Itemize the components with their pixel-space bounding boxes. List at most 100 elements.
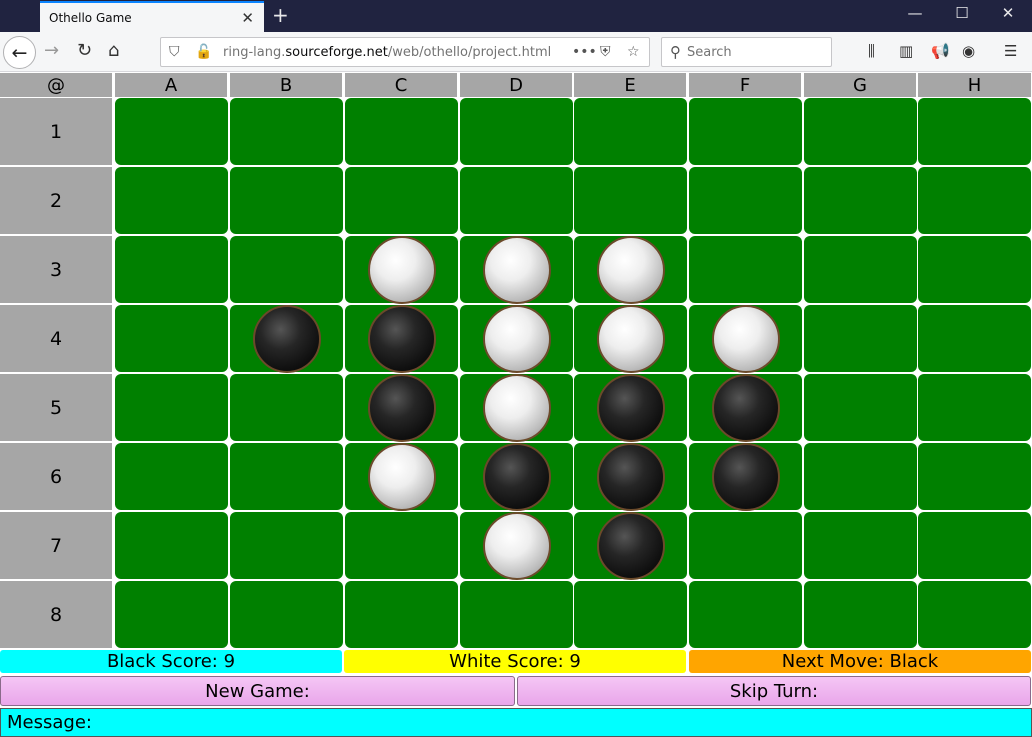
board-cell-f1[interactable]	[689, 98, 802, 165]
board-cell-e4[interactable]	[574, 304, 687, 373]
board-cell-g8[interactable]	[804, 581, 917, 648]
white-disc	[482, 373, 551, 442]
home-icon[interactable]: ⌂	[108, 40, 119, 61]
board-cell-f5[interactable]	[689, 373, 802, 442]
board-cell-h3[interactable]	[918, 236, 1031, 303]
board-cell-b4[interactable]	[230, 304, 343, 373]
board-cell-d5[interactable]	[460, 373, 573, 442]
board-cell-f6[interactable]	[689, 442, 802, 511]
board-cell-b7[interactable]	[230, 512, 343, 579]
board-cell-e7[interactable]	[574, 511, 687, 580]
sidebar-icon[interactable]: ▥	[899, 42, 913, 60]
white-disc	[482, 304, 551, 373]
row-header-8: 8	[0, 581, 112, 648]
shield-icon[interactable]: ⛉	[169, 44, 180, 60]
minimize-icon[interactable]: —	[900, 4, 930, 22]
skip-turn-button[interactable]: Skip Turn:	[517, 676, 1031, 706]
url-bar[interactable]: ⛉ 🔓 ring-lang.sourceforge.net/web/othell…	[160, 37, 650, 67]
board-cell-d4[interactable]	[460, 304, 573, 373]
board-cell-c2[interactable]	[345, 167, 458, 234]
board-cell-a2[interactable]	[115, 167, 228, 234]
megaphone-icon[interactable]: 📢	[931, 42, 950, 60]
board-cell-g4[interactable]	[804, 305, 917, 372]
board-cell-c3[interactable]	[345, 235, 458, 304]
board-cell-a4[interactable]	[115, 305, 228, 372]
board-cell-d7[interactable]	[460, 511, 573, 580]
board-cell-g1[interactable]	[804, 98, 917, 165]
close-window-icon[interactable]: ✕	[993, 4, 1023, 22]
board-cell-g7[interactable]	[804, 512, 917, 579]
board-cell-f7[interactable]	[689, 512, 802, 579]
maximize-icon[interactable]: ☐	[947, 4, 977, 22]
new-game-button[interactable]: New Game:	[0, 676, 515, 706]
new-tab-icon[interactable]: +	[272, 3, 289, 27]
board-cell-b5[interactable]	[230, 374, 343, 441]
board-cell-h6[interactable]	[918, 443, 1031, 510]
board-cell-d1[interactable]	[460, 98, 573, 165]
board-cell-a6[interactable]	[115, 443, 228, 510]
board-cell-d8[interactable]	[460, 581, 573, 648]
board-cell-g2[interactable]	[804, 167, 917, 234]
board-cell-f3[interactable]	[689, 236, 802, 303]
board-cell-d2[interactable]	[460, 167, 573, 234]
back-button[interactable]: ←	[3, 36, 36, 69]
close-tab-icon[interactable]: ✕	[241, 9, 254, 27]
board-cell-c7[interactable]	[345, 512, 458, 579]
board-cell-a7[interactable]	[115, 512, 228, 579]
board-cell-e5[interactable]	[574, 373, 687, 442]
board-cell-c8[interactable]	[345, 581, 458, 648]
account-icon[interactable]: ◉	[962, 42, 975, 60]
board-cell-g6[interactable]	[804, 443, 917, 510]
board-cell-h5[interactable]	[918, 374, 1031, 441]
board-cell-a3[interactable]	[115, 236, 228, 303]
board-cell-d3[interactable]	[460, 235, 573, 304]
reload-icon[interactable]: ↻	[77, 40, 92, 61]
board-cell-e8[interactable]	[574, 581, 687, 648]
board-cell-e3[interactable]	[574, 235, 687, 304]
board-cell-f4[interactable]	[689, 304, 802, 373]
message-bar: Message:	[0, 708, 1032, 737]
column-header-c: C	[345, 73, 457, 97]
forward-arrow-icon[interactable]: →	[44, 40, 59, 61]
menu-icon[interactable]: ☰	[1004, 42, 1017, 60]
board-cell-h2[interactable]	[918, 167, 1031, 234]
board-cell-b3[interactable]	[230, 236, 343, 303]
board-cell-c5[interactable]	[345, 373, 458, 442]
board-cell-a8[interactable]	[115, 581, 228, 648]
board-cell-e2[interactable]	[574, 167, 687, 234]
board-cell-f8[interactable]	[689, 581, 802, 648]
black-disc	[711, 442, 780, 511]
pocket-icon[interactable]: ⛨	[600, 44, 611, 60]
browser-tab[interactable]: Othello Game ✕	[40, 1, 264, 32]
library-icon[interactable]: ⫼	[868, 42, 875, 60]
board-cell-g5[interactable]	[804, 374, 917, 441]
row-header-1: 1	[0, 98, 112, 165]
board-cell-h4[interactable]	[918, 305, 1031, 372]
board-cell-c4[interactable]	[345, 304, 458, 373]
search-placeholder: Search	[687, 44, 732, 60]
board-cell-h8[interactable]	[918, 581, 1031, 648]
insecure-lock-icon[interactable]: 🔓	[195, 44, 212, 60]
column-header-e: E	[574, 73, 686, 97]
search-bar[interactable]: ⚲ Search	[661, 37, 832, 67]
board-cell-e6[interactable]	[574, 442, 687, 511]
white-disc	[367, 442, 436, 511]
board-cell-b2[interactable]	[230, 167, 343, 234]
page-actions-icon[interactable]: •••	[572, 44, 597, 60]
board-cell-a1[interactable]	[115, 98, 228, 165]
row-header-3: 3	[0, 236, 112, 303]
board-cell-c6[interactable]	[345, 442, 458, 511]
next-move: Next Move: Black	[689, 650, 1031, 673]
board-cell-c1[interactable]	[345, 98, 458, 165]
board-cell-b1[interactable]	[230, 98, 343, 165]
board-cell-d6[interactable]	[460, 442, 573, 511]
board-cell-e1[interactable]	[574, 98, 687, 165]
board-cell-h1[interactable]	[918, 98, 1031, 165]
board-cell-h7[interactable]	[918, 512, 1031, 579]
board-cell-g3[interactable]	[804, 236, 917, 303]
board-cell-b8[interactable]	[230, 581, 343, 648]
board-cell-b6[interactable]	[230, 443, 343, 510]
bookmark-star-icon[interactable]: ☆	[627, 44, 640, 60]
board-cell-f2[interactable]	[689, 167, 802, 234]
board-cell-a5[interactable]	[115, 374, 228, 441]
